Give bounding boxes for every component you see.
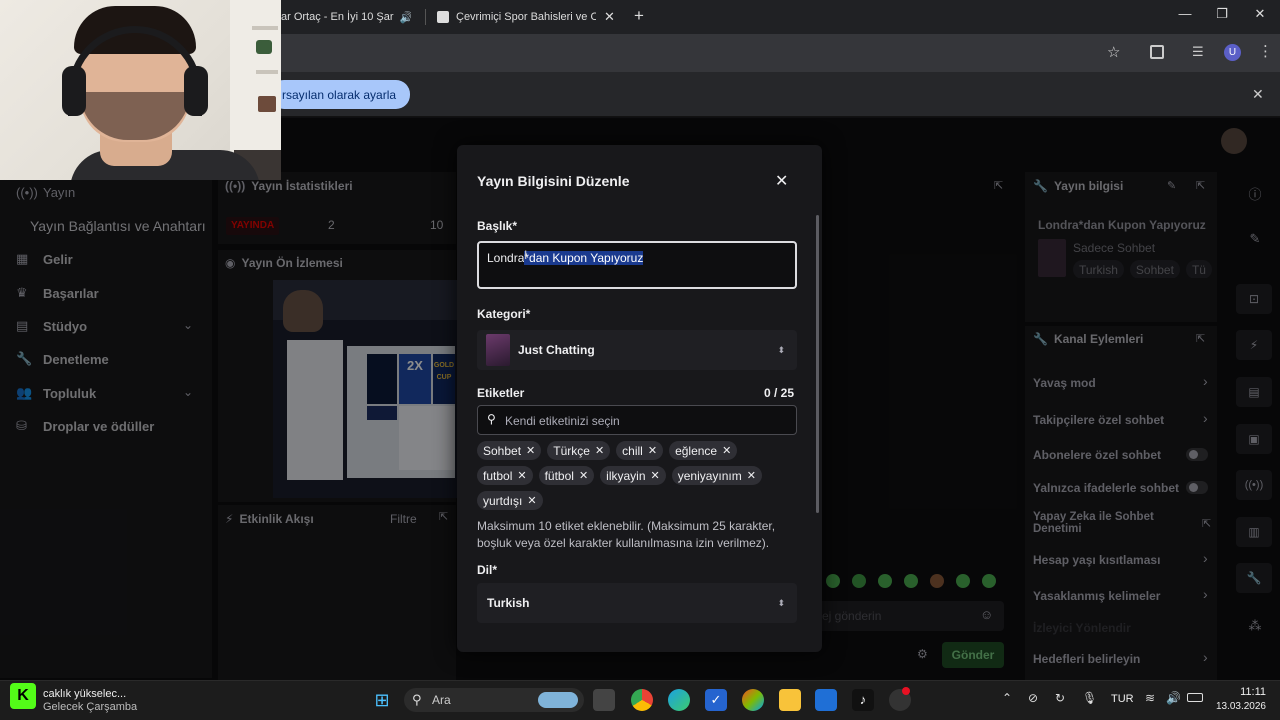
tag-chip: chill ✕ — [616, 441, 664, 460]
close-infobar-icon[interactable]: ✕ — [1252, 86, 1264, 103]
microphone-icon[interactable]: 🎙 — [1082, 691, 1097, 705]
tag-chip: yurtdışı ✕ — [477, 491, 543, 510]
site-favicon-icon — [437, 11, 449, 23]
close-tab-icon[interactable]: ✕ — [604, 9, 615, 25]
remove-tag-icon[interactable]: ✕ — [595, 444, 604, 457]
tag-chip: eğlence ✕ — [669, 441, 738, 460]
minimize-icon[interactable]: — — [1173, 6, 1197, 21]
remove-tag-icon[interactable]: ✕ — [517, 469, 526, 482]
browser-tab-2[interactable]: Çevrimiçi Spor Bahisleri ve Oran ✕ — [437, 6, 620, 28]
store-icon[interactable] — [815, 689, 837, 711]
tags-count: 0 / 25 — [764, 386, 795, 400]
media-control-icon[interactable]: ☰ — [1192, 44, 1204, 60]
tag-chip: Sohbet ✕ — [477, 441, 542, 460]
tag-chip: futbol ✕ — [477, 466, 533, 485]
search-icon: ⚲ — [412, 692, 422, 707]
vscode-icon[interactable]: ✓ — [705, 689, 727, 711]
battery-icon[interactable] — [1187, 693, 1203, 702]
remove-tag-icon[interactable]: ✕ — [651, 469, 660, 482]
close-window-icon[interactable]: ✕ — [1248, 6, 1272, 22]
tray-app-icon[interactable]: ⊘ — [1028, 691, 1038, 705]
tiktok-icon[interactable]: ♪ — [852, 689, 874, 711]
select-arrows-icon: ⬍ — [777, 344, 785, 355]
clock-time[interactable]: 11:11 — [1222, 686, 1266, 698]
remove-tag-icon[interactable]: ✕ — [579, 469, 588, 482]
remove-tag-icon[interactable]: ✕ — [526, 444, 535, 457]
clock-date[interactable]: 13.03.2026 — [1204, 701, 1266, 712]
new-tab-button[interactable]: + — [634, 6, 644, 26]
input-language[interactable]: TUR — [1111, 693, 1134, 705]
browser-menu-icon[interactable]: ⋮ — [1258, 42, 1273, 60]
selected-tags: Sohbet ✕ Türkçe ✕ chill ✕ eğlence ✕ futbol ✕ fütb… — [477, 441, 797, 513]
chrome-icon[interactable] — [631, 689, 653, 711]
tag-chip: fütbol ✕ — [538, 466, 595, 485]
kick-app-icon[interactable]: K — [10, 683, 36, 709]
news-subline[interactable]: Gelecek Çarşamba — [43, 701, 137, 713]
language-label: Dil* — [477, 563, 498, 577]
recording-dot — [902, 687, 910, 695]
tags-search-input[interactable]: ⚲ Kendi etiketinizi seçin — [477, 405, 797, 435]
category-box-art — [486, 334, 510, 366]
speaker-icon[interactable]: 🔊 — [399, 11, 411, 24]
dialog-scrollbar[interactable] — [816, 215, 819, 513]
news-headline[interactable]: caklık yükselec... — [43, 688, 126, 700]
tag-chip: yeniyayınım ✕ — [671, 466, 762, 485]
title-label: Başlık* — [477, 219, 518, 233]
remove-tag-icon[interactable]: ✕ — [527, 494, 536, 507]
category-select[interactable]: Just Chatting ⬍ — [477, 330, 797, 370]
copilot-icon[interactable] — [742, 689, 764, 711]
close-dialog-icon[interactable]: ✕ — [775, 171, 788, 191]
maximize-icon[interactable]: ❐ — [1210, 6, 1234, 22]
remove-tag-icon[interactable]: ✕ — [648, 444, 657, 457]
remove-tag-icon[interactable]: ✕ — [747, 469, 756, 482]
windows-start-icon[interactable]: ⊞ — [371, 689, 393, 711]
volume-icon[interactable]: 🔊 — [1166, 691, 1181, 705]
tag-chip: ilkyayin ✕ — [600, 466, 666, 485]
search-icon: ⚲ — [487, 412, 496, 426]
edge-icon[interactable] — [668, 689, 690, 711]
tray-sync-icon[interactable]: ↻ — [1055, 691, 1065, 705]
text-cursor-icon: I — [524, 248, 528, 262]
webcam-overlay — [0, 0, 281, 180]
tag-chip: Türkçe ✕ — [547, 441, 611, 460]
bookmark-star-icon[interactable]: ☆ — [1107, 43, 1120, 61]
search-highlight-icon — [538, 692, 578, 708]
category-label: Kategori* — [477, 307, 531, 321]
taskbar-search[interactable]: ⚲ Ara — [404, 688, 584, 712]
profile-avatar[interactable]: U — [1224, 44, 1241, 61]
wifi-icon[interactable]: ≋ — [1145, 691, 1155, 705]
browser-tab-1[interactable]: ar Ortaç - En İyi 10 Şar 🔊 ✕ — [281, 6, 411, 28]
set-default-button[interactable]: rsayılan olarak ayarla — [270, 80, 411, 109]
file-explorer-icon[interactable] — [779, 689, 801, 711]
title-input[interactable]: Londra*dan Kupon Yapıyoruz I — [477, 241, 797, 289]
tab-divider — [425, 9, 426, 25]
language-select[interactable]: Turkish ⬍ — [477, 583, 797, 623]
dialog-title: Yayın Bilgisini Düzenle — [477, 173, 630, 189]
task-view-icon[interactable] — [593, 689, 615, 711]
remove-tag-icon[interactable]: ✕ — [722, 444, 731, 457]
tray-chevron-up-icon[interactable]: ⌃ — [1002, 691, 1012, 705]
select-arrows-icon: ⬍ — [777, 597, 785, 608]
tags-label: Etiketler — [477, 386, 525, 400]
extensions-icon[interactable] — [1150, 45, 1164, 59]
tags-help-text: Maksimum 10 etiket eklenebilir. (Maksimu… — [477, 519, 776, 550]
